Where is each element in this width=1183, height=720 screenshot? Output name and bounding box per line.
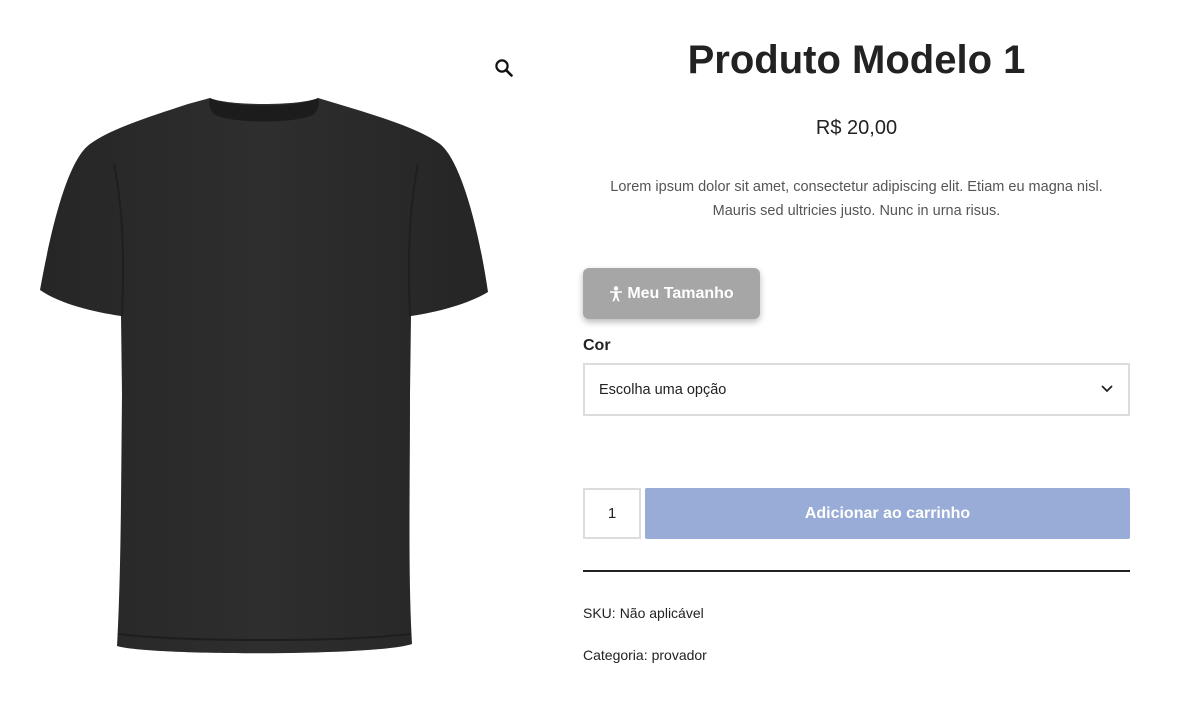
product-summary: Produto Modelo 1 R$ 20,00 Lorem ipsum do… — [583, 0, 1130, 720]
zoom-button[interactable] — [492, 56, 516, 80]
product-image[interactable] — [38, 94, 490, 660]
category-label: Categoria: — [583, 647, 648, 663]
product-page: Produto Modelo 1 R$ 20,00 Lorem ipsum do… — [0, 0, 1183, 720]
divider — [583, 570, 1130, 572]
add-to-cart-button[interactable]: Adicionar ao carrinho — [645, 488, 1130, 539]
product-gallery — [20, 30, 540, 680]
chevron-down-icon — [1101, 385, 1113, 392]
product-description: Lorem ipsum dolor sit amet, consectetur … — [610, 179, 1103, 219]
product-category: Categoria: provador — [583, 647, 707, 663]
color-attribute-label: Cor — [583, 337, 611, 354]
color-select[interactable]: Escolha uma opção — [583, 363, 1130, 416]
quantity-input[interactable]: 1 — [583, 488, 641, 539]
product-title: Produto Modelo 1 — [687, 38, 1026, 82]
product-sku: SKU: Não aplicável — [583, 605, 704, 621]
category-link[interactable]: provador — [652, 647, 707, 663]
magnifier-icon — [495, 59, 513, 77]
my-size-button[interactable]: Meu Tamanho — [583, 268, 760, 319]
person-icon — [610, 285, 623, 301]
product-price: R$ 20,00 — [815, 117, 898, 139]
sku-label: SKU: — [583, 605, 616, 621]
my-size-label: Meu Tamanho — [627, 284, 734, 302]
color-select-value: Escolha uma opção — [599, 381, 727, 398]
sku-value: Não aplicável — [619, 605, 704, 621]
